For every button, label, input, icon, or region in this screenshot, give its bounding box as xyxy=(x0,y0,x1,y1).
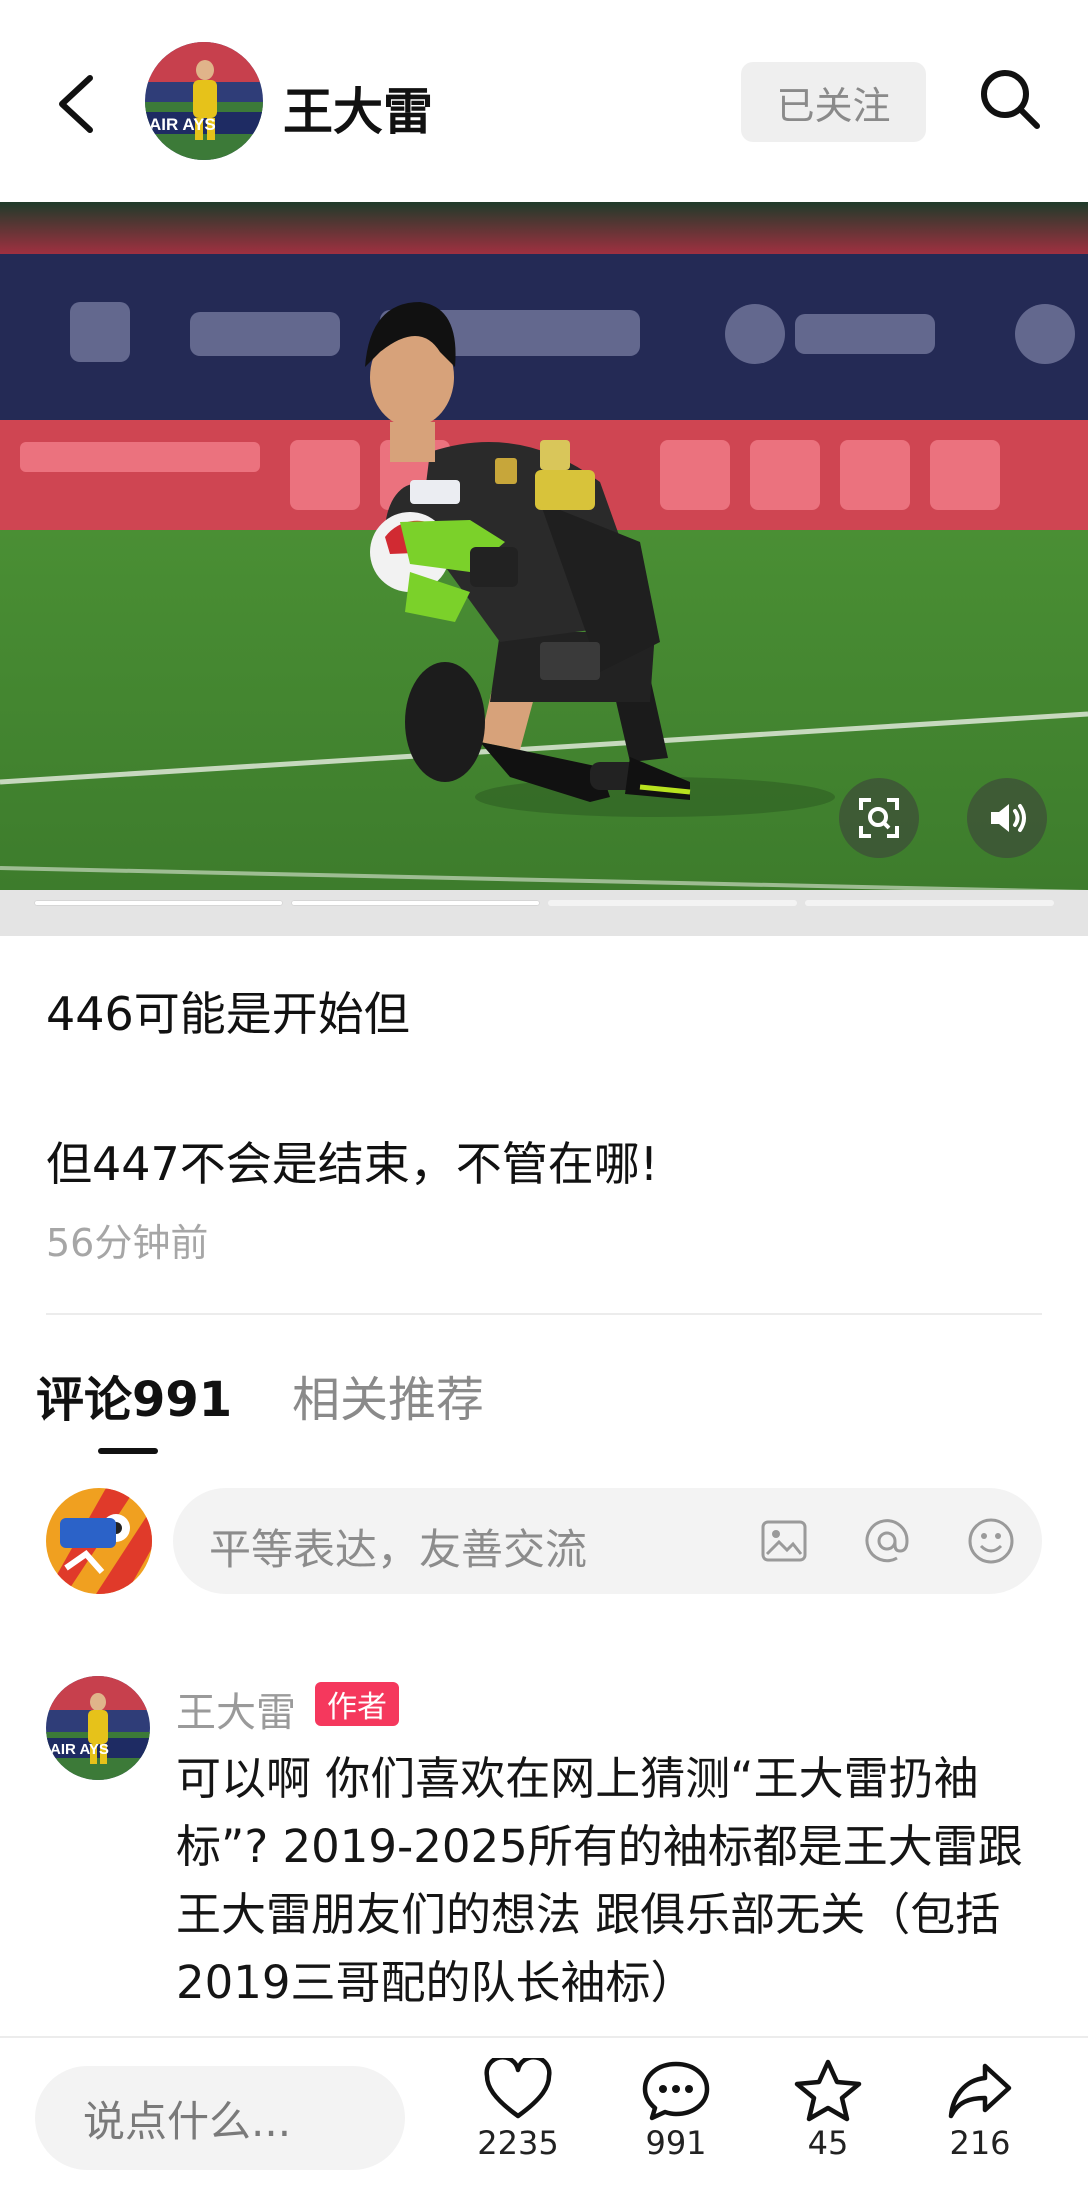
post-timestamp: 56分钟前 xyxy=(46,1221,209,1265)
favorite-button[interactable]: 45 xyxy=(768,2058,888,2162)
like-count: 2235 xyxy=(477,2124,559,2162)
heart-icon xyxy=(484,2058,552,2119)
author-avatar[interactable]: AIR AYS xyxy=(145,42,263,160)
share-button[interactable]: 216 xyxy=(920,2058,1040,2162)
slide-progress-segment xyxy=(548,900,797,906)
comment-input[interactable]: 平等表达，友善交流 xyxy=(173,1488,1042,1594)
active-tab-indicator xyxy=(98,1448,158,1454)
goalkeeper-photo xyxy=(0,202,1088,890)
share-count: 216 xyxy=(949,2124,1011,2162)
post-text-line-1: 446可能是开始但 xyxy=(46,987,410,1041)
sound-icon[interactable] xyxy=(967,778,1047,858)
scan-icon[interactable] xyxy=(839,778,919,858)
image-icon[interactable] xyxy=(759,1516,809,1566)
slide-progress-segment xyxy=(291,900,540,906)
follow-button[interactable]: 已关注 xyxy=(741,62,926,142)
my-avatar xyxy=(46,1488,152,1594)
search-icon[interactable] xyxy=(975,64,1045,134)
favorite-count: 45 xyxy=(807,2124,849,2162)
svg-text:AIR AYS: AIR AYS xyxy=(149,115,216,134)
comment-button[interactable]: 991 xyxy=(616,2058,736,2162)
comment-count: 991 xyxy=(645,2124,707,2162)
comment-icon xyxy=(642,2061,710,2121)
comment-text: 可以啊 你们喜欢在网上猜测“王大雷扔袖标”? 2019-2025所有的袖标都是王… xyxy=(176,1752,1023,2009)
at-icon[interactable] xyxy=(862,1516,912,1566)
svg-text:AIR AYS: AIR AYS xyxy=(50,1741,109,1758)
author-name[interactable]: 王大雷 xyxy=(283,72,433,144)
tab-comments[interactable]: 评论991 xyxy=(36,1360,232,1430)
author-badge: 作者 xyxy=(315,1682,399,1726)
slide-progress xyxy=(0,890,1088,936)
divider xyxy=(46,1313,1042,1315)
slide-progress-segment xyxy=(34,900,283,906)
top-bar: AIR AYS 王大雷 已关注 xyxy=(0,0,1088,202)
star-icon xyxy=(794,2059,862,2122)
say-something-input[interactable]: 说点什么... xyxy=(35,2066,405,2170)
tab-related[interactable]: 相关推荐 xyxy=(292,1360,484,1430)
slide-progress-segment xyxy=(805,900,1054,906)
like-button[interactable]: 2235 xyxy=(458,2058,578,2162)
comment-avatar[interactable]: AIR AYS xyxy=(46,1676,150,1780)
emoji-icon[interactable] xyxy=(966,1516,1016,1566)
post-photo[interactable] xyxy=(0,202,1088,890)
share-icon xyxy=(948,2063,1012,2119)
comment-input-placeholder: 平等表达，友善交流 xyxy=(209,1525,588,1574)
back-arrow-icon[interactable] xyxy=(52,70,102,138)
bottom-action-bar: 说点什么... 2235 991 45 216 xyxy=(0,2036,1088,2196)
comment-username[interactable]: 王大雷 xyxy=(176,1680,296,1738)
post-text-line-2: 但447不会是结束，不管在哪! xyxy=(46,1137,659,1191)
